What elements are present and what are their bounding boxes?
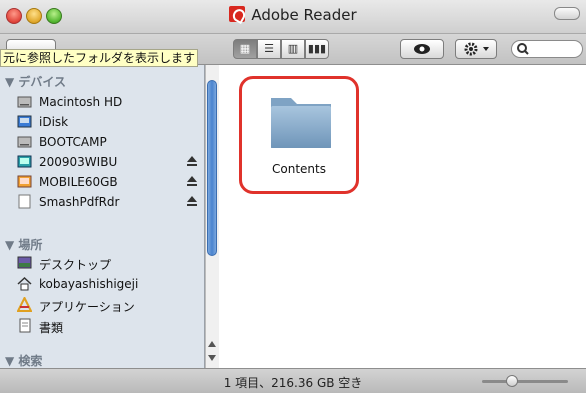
applications-icon	[17, 297, 32, 312]
status-bar: 1 項目、216.36 GB 空き	[0, 368, 586, 393]
list-view-icon: ☰	[264, 42, 274, 55]
sidebar-item-200903wibu[interactable]: 200903WIBU	[17, 152, 197, 172]
sidebar-item-label: kobayashishigeji	[39, 277, 139, 291]
coverflow-view-button[interactable]: ▮▮▮	[305, 39, 329, 59]
column-view-button[interactable]: ▥	[281, 39, 305, 59]
search-field[interactable]	[511, 40, 583, 58]
file-browser-content: Contents	[219, 65, 586, 368]
home-icon	[17, 276, 32, 291]
sidebar-item-label: MOBILE60GB	[39, 175, 118, 189]
sidebar-item-label: 200903WIBU	[39, 155, 118, 169]
title-bar: Adobe Reader	[0, 0, 586, 34]
sidebar-item-label: 書類	[39, 321, 64, 335]
window-title: Adobe Reader	[0, 6, 586, 24]
sidebar: ▼ デバイス Macintosh HD iDisk BOOTCAMP 20090…	[0, 65, 205, 368]
disk-image-icon	[17, 155, 32, 168]
documents-icon	[19, 318, 31, 333]
scroll-down-icon[interactable]	[208, 355, 216, 361]
sidebar-item-home[interactable]: kobayashishigeji	[17, 274, 197, 294]
sidebar-scrollbar[interactable]	[205, 65, 219, 368]
list-view-button[interactable]: ☰	[257, 39, 281, 59]
volume-icon	[18, 194, 31, 209]
sidebar-item-label: SmashPdfRdr	[39, 195, 120, 209]
toolbar-toggle-button[interactable]	[554, 7, 580, 20]
coverflow-view-icon: ▮▮▮	[307, 42, 327, 55]
sidebar-item-macintosh-hd[interactable]: Macintosh HD	[17, 92, 197, 112]
hard-drive-icon	[17, 96, 32, 108]
hard-drive-icon	[17, 136, 32, 148]
section-header-places[interactable]: ▼ 場所	[5, 236, 42, 253]
scroll-up-icon[interactable]	[208, 341, 216, 347]
external-drive-icon	[17, 175, 32, 188]
column-view-icon: ▥	[287, 42, 299, 55]
idisk-icon	[17, 115, 32, 128]
folder-label[interactable]: Contents	[239, 162, 359, 176]
window-title-text: Adobe Reader	[251, 6, 357, 24]
sidebar-item-mobile60gb[interactable]: MOBILE60GB	[17, 172, 197, 192]
icon-size-slider[interactable]	[482, 380, 568, 383]
folder-icon[interactable]	[269, 90, 333, 150]
icon-view-icon: ▦	[239, 42, 251, 55]
sidebar-item-label: BOOTCAMP	[39, 135, 107, 149]
sidebar-item-label: Macintosh HD	[39, 95, 123, 109]
sidebar-item-desktop[interactable]: デスクトップ	[17, 253, 197, 273]
scrollbar-thumb[interactable]	[207, 80, 217, 256]
sidebar-item-label: デスクトップ	[39, 258, 112, 272]
quick-look-button[interactable]	[400, 39, 444, 59]
desktop-icon	[17, 256, 32, 269]
eye-icon	[414, 44, 430, 54]
eject-icon[interactable]	[187, 176, 197, 186]
sidebar-item-documents[interactable]: 書類	[17, 316, 197, 336]
icon-view-button[interactable]: ▦	[233, 39, 257, 59]
eject-icon[interactable]	[187, 196, 197, 206]
icon-size-slider-knob[interactable]	[506, 375, 518, 387]
sidebar-item-label: iDisk	[39, 115, 69, 129]
sidebar-item-idisk[interactable]: iDisk	[17, 112, 197, 132]
eject-icon[interactable]	[187, 156, 197, 166]
sidebar-item-smashpdfrdr[interactable]: SmashPdfRdr	[17, 192, 197, 212]
sidebar-item-label: アプリケーション	[39, 300, 135, 314]
gear-icon	[464, 42, 489, 56]
sidebar-item-bootcamp[interactable]: BOOTCAMP	[17, 132, 197, 152]
tooltip: 元に参照したフォルダを表示します	[0, 49, 199, 67]
pdf-icon	[229, 6, 246, 22]
section-header-search[interactable]: ▼ 検索	[5, 352, 42, 368]
action-menu-button[interactable]	[455, 39, 497, 59]
sidebar-item-applications[interactable]: アプリケーション	[17, 295, 197, 315]
search-icon	[517, 43, 529, 55]
section-header-devices[interactable]: ▼ デバイス	[5, 73, 66, 90]
